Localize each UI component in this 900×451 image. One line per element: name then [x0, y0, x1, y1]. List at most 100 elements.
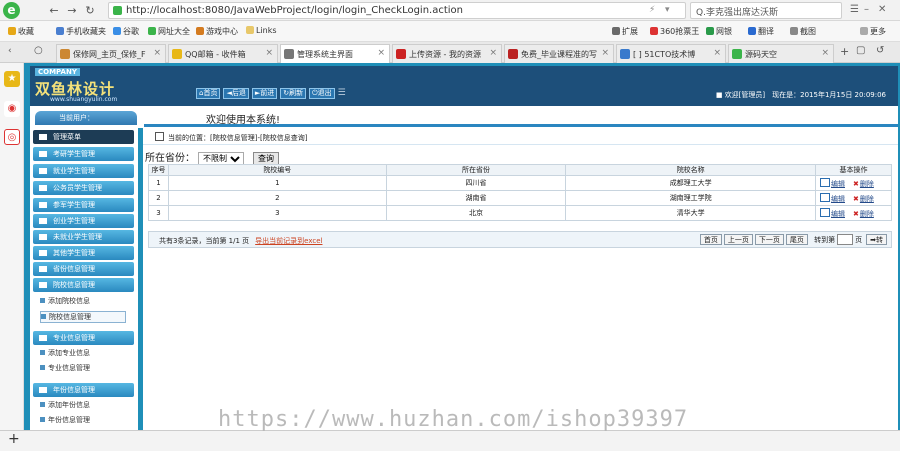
search-box[interactable]: Q.李克强出席达沃斯 — [690, 2, 842, 19]
forward-button[interactable]: → — [64, 3, 80, 18]
tab-restore-icon[interactable]: ○ — [34, 45, 43, 56]
edit-icon[interactable] — [820, 177, 830, 187]
last-page-button[interactable]: 尾页 — [785, 234, 808, 245]
tab-item[interactable]: 免费_毕业课程准的写 × — [504, 44, 614, 63]
sidebar-item-gongwuyuan[interactable]: 公务员学生管理 — [33, 181, 134, 195]
logout-button[interactable]: ⏻退出 — [309, 88, 335, 99]
close-icon[interactable]: × — [265, 48, 273, 58]
bookmark-mobile[interactable]: 手机收藏夹 — [56, 26, 106, 37]
screenshot-button[interactable]: 截图 — [790, 26, 816, 37]
cell-actions: 编辑 ✖删除 — [815, 205, 892, 221]
delete-icon[interactable]: ✖ — [853, 210, 859, 218]
add-icon[interactable]: + — [8, 431, 20, 447]
close-icon[interactable]: × — [601, 48, 609, 58]
page-number-input[interactable] — [837, 234, 854, 245]
window-menu-icon[interactable]: ☰ — [850, 4, 859, 15]
cell-province: 湖南省 — [385, 190, 567, 206]
close-icon[interactable]: × — [153, 48, 161, 58]
go-button[interactable]: ➡转 — [866, 234, 887, 245]
minimize-icon[interactable]: – — [864, 4, 869, 15]
address-bar[interactable]: http://localhost:8080/JavaWebProject/log… — [108, 2, 686, 19]
sidebar-subitem-manage-year[interactable]: 年份信息管理 — [40, 415, 90, 425]
column-header: 所在省份 — [385, 164, 567, 176]
bank-button[interactable]: 网银 — [706, 26, 732, 37]
more-button[interactable]: 更多 — [860, 26, 886, 37]
dropdown-icon[interactable]: ▾ — [665, 5, 670, 15]
tab-item[interactable]: [ ] 51CTO技术博 × — [616, 44, 726, 63]
back-page-button[interactable]: ◄后退 — [223, 88, 249, 99]
sidebar-item-chuangye[interactable]: 创业学生管理 — [33, 214, 134, 228]
export-excel-link[interactable]: 导出当前记录到excel — [255, 237, 322, 245]
extensions-button[interactable]: 扩展 — [612, 26, 638, 37]
undo-close-icon[interactable]: ↺ — [876, 45, 884, 56]
translate-button[interactable]: 翻译 — [748, 26, 774, 37]
favorites-star-icon[interactable]: ★ — [4, 71, 20, 87]
close-icon[interactable]: × — [713, 48, 721, 58]
edit-link[interactable]: 编辑 — [831, 180, 845, 188]
sidebar-item-label: 就业学生管理 — [53, 167, 95, 175]
sidebar-subitem-manage-school[interactable]: 院校信息管理 — [40, 311, 126, 323]
bookmark-links[interactable]: Links — [246, 26, 277, 35]
new-tab-icon[interactable]: + — [840, 45, 849, 58]
refresh-page-button[interactable]: ↻刷新 — [280, 88, 307, 99]
sidebar-item-yuanxiao[interactable]: 院校信息管理 — [33, 278, 134, 292]
tab-item-active[interactable]: 管理系统主界面 × — [280, 44, 390, 63]
first-page-button[interactable]: 首页 — [699, 234, 722, 245]
delete-icon[interactable]: ✖ — [853, 195, 859, 203]
sidebar-subitem-add-major[interactable]: 添加专业信息 — [40, 348, 90, 358]
bookmark-star-icon[interactable]: 收藏 — [8, 26, 34, 37]
tab-label: 管理系统主界面 — [297, 50, 353, 59]
sidebar-item-qita[interactable]: 其他学生管理 — [33, 246, 134, 260]
status-bar: + — [0, 430, 900, 451]
tab-scroll-left-icon[interactable]: ‹ — [8, 46, 12, 56]
edit-icon[interactable] — [820, 207, 830, 217]
current-user-header: 当前用户： — [35, 111, 137, 125]
sidebar-subitem-add-school[interactable]: 添加院校信息 — [40, 296, 90, 306]
sidebar-item-label: 其他学生管理 — [53, 249, 95, 257]
close-window-icon[interactable]: ✕ — [878, 4, 886, 15]
edit-icon[interactable] — [820, 192, 830, 202]
next-page-button[interactable]: 下一页 — [754, 234, 784, 245]
edit-link[interactable]: 编辑 — [831, 210, 845, 218]
sidebar-item-weijiuye[interactable]: 未就业学生管理 — [33, 230, 134, 244]
tab-list-icon[interactable]: ▢ — [856, 45, 865, 56]
ticket-button[interactable]: 360抢票王 — [650, 26, 699, 37]
close-icon[interactable]: × — [821, 48, 829, 58]
home-button[interactable]: ⌂首页 — [196, 88, 221, 99]
back-button[interactable]: ← — [46, 3, 62, 18]
tab-item[interactable]: 源码天空 × — [728, 44, 834, 63]
bookmark-google[interactable]: 谷歌 — [113, 26, 139, 37]
divider — [144, 124, 898, 127]
close-icon[interactable]: × — [377, 48, 385, 58]
refresh-button[interactable]: ↻ — [82, 3, 98, 18]
edit-link[interactable]: 编辑 — [831, 195, 845, 203]
sidebar-item-kaoyan[interactable]: 考研学生管理 — [33, 147, 134, 161]
sidebar-subitem-manage-major[interactable]: 专业信息管理 — [40, 363, 90, 373]
tab-item[interactable]: 上传资源 - 我的资源 × — [392, 44, 502, 63]
delete-link[interactable]: 删除 — [860, 195, 874, 203]
sidebar-subitem-add-year[interactable]: 添加年份信息 — [40, 400, 90, 410]
sidebar-item-shengfen[interactable]: 省份信息管理 — [33, 262, 134, 276]
sidebar-item-nianfen[interactable]: 年份信息管理 — [33, 383, 134, 397]
sidebar-item-canjun[interactable]: 参军学生管理 — [33, 198, 134, 212]
record-icon[interactable]: ◎ — [4, 129, 20, 145]
forward-page-button[interactable]: ►前进 — [251, 88, 278, 99]
bookmark-games[interactable]: 游戏中心 — [196, 26, 238, 37]
weibo-icon[interactable]: ◉ — [4, 101, 20, 117]
cell-index: 2 — [148, 190, 169, 206]
main-content: 当前的位置：[院校信息管理]-[院校信息查询] 所在省份： 不限制 查询 序号 院校… — [143, 128, 898, 430]
bookmark-hao[interactable]: 网址大全 — [148, 26, 190, 37]
delete-link[interactable]: 删除 — [860, 210, 874, 218]
tab-label: QQ邮箱 - 收件箱 — [185, 50, 246, 59]
lightning-icon[interactable]: ⚡ — [649, 5, 655, 15]
delete-link[interactable]: 删除 — [860, 180, 874, 188]
menu-toggle-icon[interactable]: ☰ — [338, 88, 346, 98]
sidebar-item-jiuye[interactable]: 就业学生管理 — [33, 164, 134, 178]
sidebar-item-zhuanye[interactable]: 专业信息管理 — [33, 331, 134, 345]
tab-item[interactable]: 保修网_主页_保修_F × — [56, 44, 166, 63]
tab-item[interactable]: QQ邮箱 - 收件箱 × — [168, 44, 278, 63]
delete-icon[interactable]: ✖ — [853, 180, 859, 188]
prev-page-button[interactable]: 上一页 — [723, 234, 753, 245]
close-icon[interactable]: × — [489, 48, 497, 58]
folder-icon — [39, 185, 47, 191]
